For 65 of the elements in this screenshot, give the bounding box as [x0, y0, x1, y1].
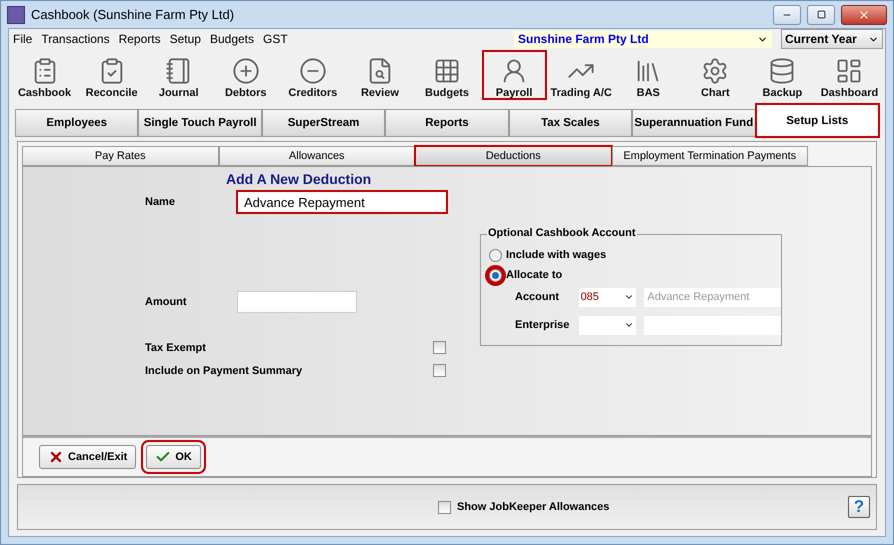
tab[interactable]: Tax Scales: [508, 109, 632, 137]
tab[interactable]: SuperStream: [262, 109, 386, 137]
toolbar-button[interactable]: Budgets: [413, 49, 481, 101]
amount-label: Amount: [145, 296, 188, 308]
toolbar-button[interactable]: Journal: [145, 49, 212, 101]
dashboard-icon: [835, 57, 864, 85]
radio-button[interactable]: [489, 248, 502, 262]
checkbox-label: Show JobKeeper Allowances: [457, 501, 610, 513]
tab[interactable]: Superannuation Fund: [632, 109, 756, 137]
toolbar-button[interactable]: Payroll: [480, 49, 548, 101]
toolbar-button[interactable]: Backup: [748, 49, 816, 101]
radio-label: Allocate to: [506, 269, 562, 281]
sub-tab[interactable]: Deductions: [415, 146, 612, 166]
toolbar-button[interactable]: Creditors: [279, 49, 346, 101]
enterprise-label: Enterprise: [515, 319, 570, 331]
help-button[interactable]: ?: [848, 496, 870, 518]
name-label: Name: [145, 196, 176, 208]
menu-item[interactable]: GST: [263, 32, 288, 46]
group-title: Optional Cashbook Account: [487, 227, 636, 239]
toolbar-button[interactable]: BAS: [614, 49, 682, 101]
maximize-icon: [816, 10, 826, 19]
toolbar-button[interactable]: Chart: [682, 49, 749, 101]
checkbox-label: Tax Exempt: [145, 342, 207, 354]
menu-item[interactable]: Setup: [170, 32, 201, 46]
toolbar-button[interactable]: Cashbook: [11, 49, 78, 101]
window-title: Cashbook (Sunshine Farm Pty Ltd): [31, 7, 236, 22]
period-dropdown[interactable]: Current Year: [781, 29, 883, 49]
form-heading: Add A New Deduction: [226, 171, 372, 187]
close-icon: [48, 449, 64, 465]
checkbox-label: Include on Payment Summary: [145, 364, 304, 376]
tab[interactable]: Setup Lists: [756, 104, 879, 137]
radio-label: Include with wages: [506, 249, 606, 261]
database-icon: [768, 57, 796, 85]
grid-icon: [433, 57, 461, 85]
sub-tab[interactable]: Employment Termination Payments: [612, 146, 808, 166]
checkbox[interactable]: [433, 364, 446, 377]
close-icon: [858, 8, 870, 20]
toolbar-button[interactable]: Dashboard: [816, 49, 884, 101]
toolbar-button[interactable]: Reconcile: [78, 49, 146, 101]
tab[interactable]: Single Touch Payroll: [138, 109, 262, 137]
toolbar-button[interactable]: Trading A/C: [548, 49, 615, 101]
maximize-button[interactable]: [807, 4, 835, 24]
menu-item[interactable]: File: [13, 32, 32, 46]
menu-item[interactable]: Budgets: [210, 32, 254, 46]
menu-item[interactable]: Transactions: [41, 32, 110, 46]
account-name-field: Advance Repayment: [644, 288, 781, 306]
checkbox[interactable]: [433, 341, 446, 354]
account-label: Account: [515, 291, 560, 303]
minimize-button[interactable]: [773, 4, 801, 24]
app-icon: [7, 6, 25, 24]
tab[interactable]: Reports: [385, 109, 509, 137]
toolbar-button[interactable]: Debtors: [212, 49, 280, 101]
account-dropdown[interactable]: 085: [578, 288, 636, 306]
company-dropdown[interactable]: Sunshine Farm Pty Ltd: [514, 30, 772, 48]
gear-icon: [701, 57, 730, 85]
close-button[interactable]: [841, 4, 887, 24]
checkbox[interactable]: [438, 500, 451, 514]
tab[interactable]: Employees: [15, 109, 138, 137]
menu-item[interactable]: Reports: [118, 32, 161, 46]
cancel-button[interactable]: Cancel/Exit: [39, 445, 136, 469]
sub-tab[interactable]: Pay Rates: [22, 146, 218, 166]
toolbar-button[interactable]: Review: [346, 49, 414, 101]
amount-field[interactable]: [237, 291, 357, 313]
name-field[interactable]: Advance Repayment: [237, 191, 447, 213]
sub-tab[interactable]: Allowances: [218, 146, 415, 166]
